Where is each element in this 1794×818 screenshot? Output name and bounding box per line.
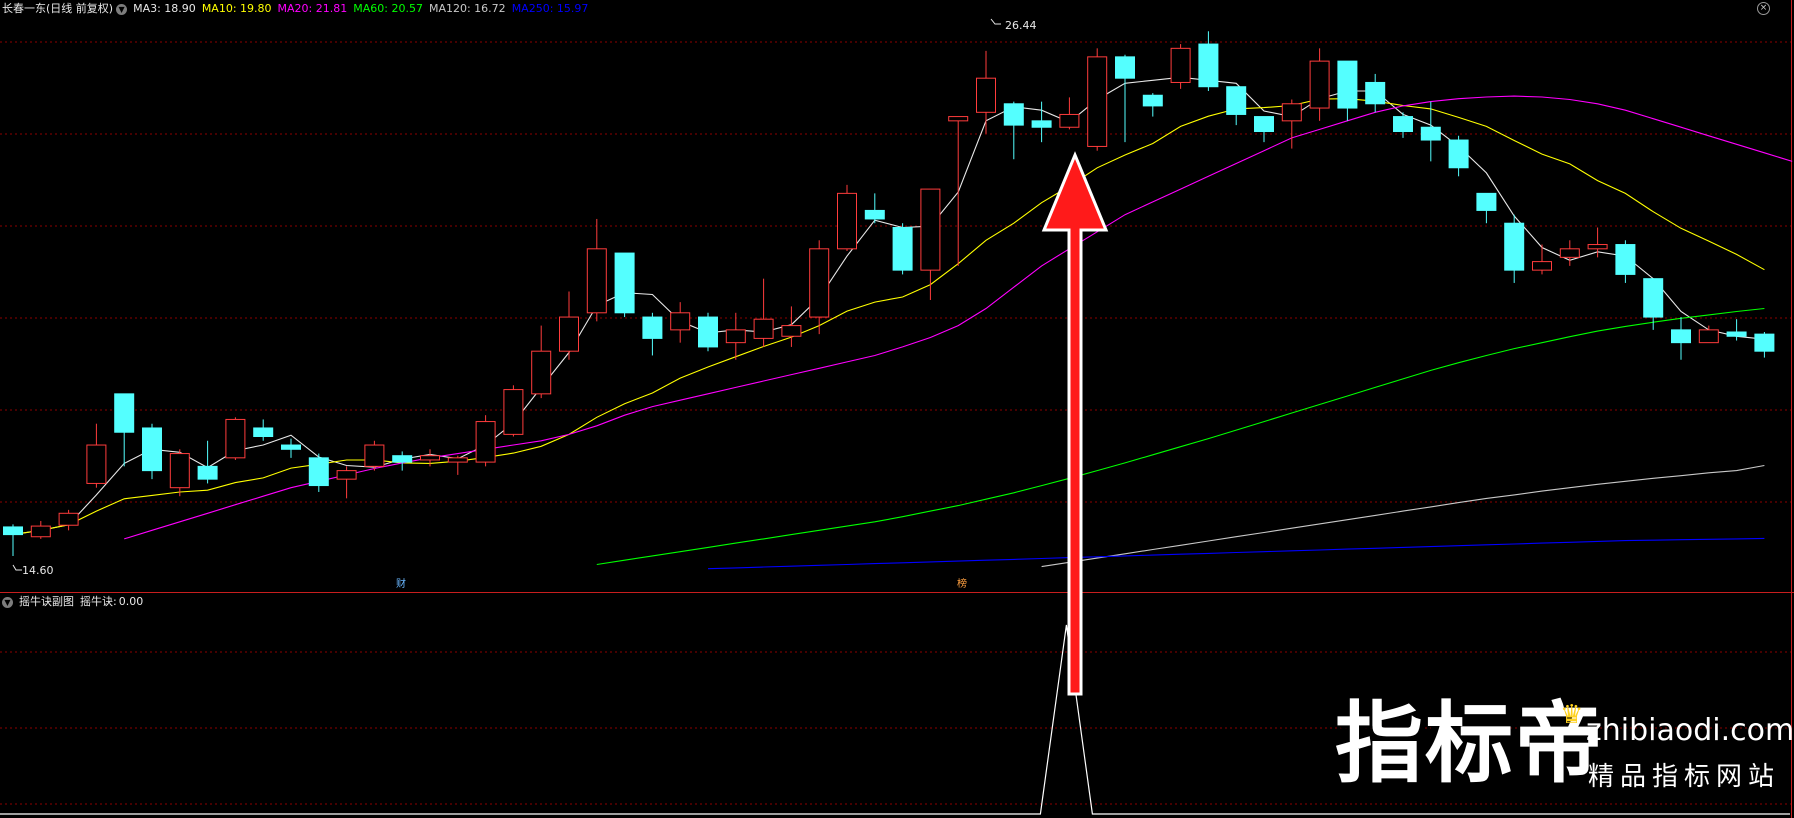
ma-legend: MA3: 18.90 MA10: 19.80 MA20: 21.81 MA60: 20…: [133, 0, 594, 18]
candle-body-down: [1420, 126, 1441, 141]
ma-line-ma10: [12, 98, 1765, 536]
candle-body-up: [86, 444, 107, 484]
sub-title: 摇牛诀副图: [19, 595, 74, 608]
candle-body-down: [1031, 120, 1052, 128]
candle-body-up: [447, 457, 468, 463]
candle-body-up: [475, 421, 496, 463]
candle-body-up: [364, 444, 385, 467]
candle-body-up: [976, 77, 996, 113]
candle-body-down: [892, 226, 913, 271]
finance-badge[interactable]: 财: [395, 579, 407, 591]
candle-body-up: [837, 192, 857, 250]
candle-body-down: [1226, 86, 1247, 115]
candle-body-down: [1643, 278, 1664, 318]
candle-body-down: [197, 465, 218, 480]
indicator-value: 0.00: [118, 595, 144, 608]
watermark-url: zhibiaodi.com: [1586, 713, 1794, 748]
candle-body-up: [1309, 60, 1330, 109]
candle-body-down: [1615, 244, 1636, 275]
candle-body-up: [58, 512, 79, 526]
candle-body-up: [1559, 248, 1580, 258]
ma-line-ma60: [596, 307, 1765, 566]
candle-body-up: [30, 525, 51, 538]
chevron-down-icon[interactable]: ▼: [2, 596, 13, 608]
candle-body-down: [1254, 116, 1274, 133]
high-price-label: 26.44: [1005, 19, 1037, 32]
candle-body-up: [1587, 244, 1608, 250]
close-icon[interactable]: ×: [1757, 2, 1770, 15]
candle-body-down: [1142, 94, 1163, 107]
candle-body-up: [948, 116, 969, 122]
candle-body-up: [169, 453, 190, 489]
candle-body-up: [781, 325, 802, 337]
ma-legend-item: MA250: 15.97: [511, 2, 589, 15]
candle-body-down: [1671, 329, 1691, 344]
candle-body-down: [1448, 139, 1469, 169]
candle-body-down: [308, 457, 329, 487]
candle-body-up: [586, 248, 607, 314]
ma-legend-item: MA3: 18.90: [133, 2, 196, 15]
ma-legend-item: MA20: 21.81: [277, 2, 348, 15]
candle-body-down: [642, 316, 663, 339]
ma-legend-item: MA120: 16.72: [428, 2, 506, 15]
low-price-label: 14.60: [22, 564, 54, 577]
candle-body-up: [753, 318, 774, 339]
candle-body-up: [225, 418, 246, 459]
ma-line-ma3: [12, 76, 1765, 536]
sub-header: ▼ 摇牛诀副图 摇牛诀: 0.00: [0, 593, 1794, 611]
candle-body-down: [1754, 333, 1775, 352]
candle-body-down: [1393, 116, 1413, 133]
candle-body-up: [559, 316, 579, 352]
candle-body-up: [503, 389, 524, 435]
ma-legend-item: MA60: 20.57: [353, 2, 423, 15]
candle-body-up: [1281, 103, 1302, 122]
candle-body-up: [1059, 113, 1080, 128]
candle-body-down: [1726, 331, 1747, 337]
indicator-label: 摇牛诀:: [80, 595, 117, 608]
candle-body-down: [142, 427, 162, 472]
crown-icon: ♛: [1560, 700, 1584, 730]
candle-body-down: [3, 526, 23, 536]
candle-body-down: [864, 209, 885, 220]
candle-body-down: [1198, 43, 1219, 88]
candle-body-down: [614, 252, 635, 314]
candle-body-up: [1170, 47, 1191, 83]
watermark-subtitle: 精品指标网站: [1588, 762, 1781, 792]
candle-body-down: [1476, 192, 1497, 211]
candle-body-up: [1698, 329, 1719, 344]
candle-body-up: [809, 248, 830, 318]
candle-body-down: [1115, 56, 1135, 79]
ma-line-ma120: [1041, 464, 1765, 568]
ma-line-ma250: [707, 537, 1765, 570]
candle-body-down: [1365, 81, 1386, 105]
candle-body-down: [1337, 60, 1358, 109]
candle-body-up: [336, 470, 357, 480]
low-marker: [12, 564, 22, 571]
red-arrow-annotation: [1041, 151, 1109, 696]
candle-body-down: [1504, 222, 1525, 271]
main-header: 长春一东(日线 前复权) ▼ MA3: 18.90 MA10: 19.80 MA20…: [0, 0, 1794, 18]
candle-body-up: [920, 188, 941, 271]
candle-body-down: [698, 316, 718, 348]
candle-body-down: [281, 444, 301, 450]
candle-body-up: [1532, 261, 1552, 271]
candle-body-up: [670, 312, 691, 331]
high-marker: [990, 18, 1001, 25]
rank-badge[interactable]: 榜: [956, 579, 968, 591]
chevron-down-icon[interactable]: ▼: [116, 3, 128, 15]
candle-body-down: [1003, 103, 1024, 126]
candle-body-up: [1087, 56, 1108, 147]
stock-title: 长春一东(日线 前复权): [2, 2, 114, 15]
candle-body-up: [725, 329, 746, 344]
candle-body-down: [392, 455, 413, 463]
candle-body-down: [114, 393, 135, 433]
candle-body-up: [420, 455, 440, 461]
candle-body-down: [253, 427, 274, 437]
ma-legend-item: MA10: 19.80: [201, 2, 272, 15]
candle-body-up: [531, 350, 552, 395]
